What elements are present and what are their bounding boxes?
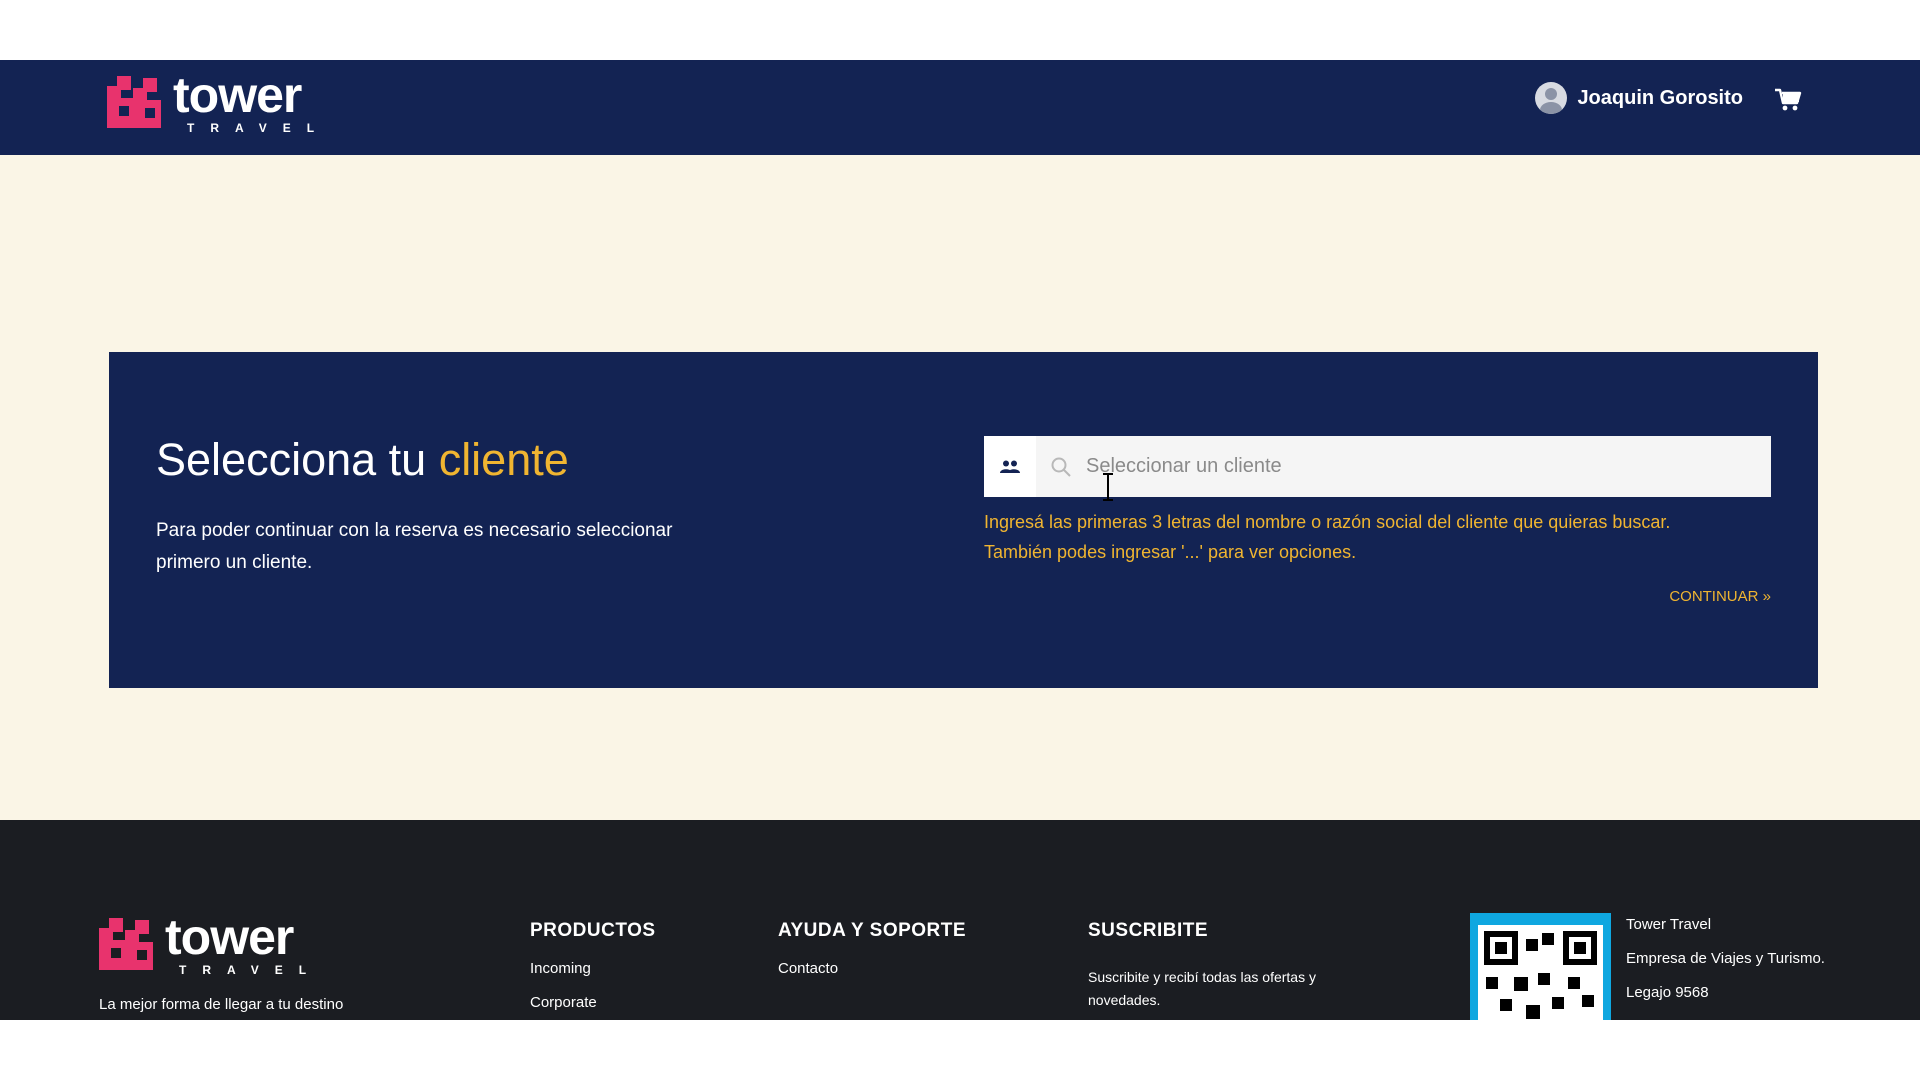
ayuda-title: AYUDA Y SOPORTE [778, 920, 967, 941]
text-cursor-icon [1103, 473, 1113, 501]
title-accent: cliente [438, 434, 569, 485]
footer-logo-mark-icon [99, 918, 153, 970]
top-navbar: tower TRAVEL Joaquin Gorosito [0, 60, 1920, 155]
logo-mark-icon [107, 76, 161, 128]
company-name: Tower Travel [1626, 916, 1712, 933]
site-footer: tower TRAVEL La mejor forma de llegar a … [0, 820, 1920, 1020]
search-hint: Ingresá las primeras 3 letras del nombre… [984, 507, 1784, 567]
title-prefix: Selecciona tu [156, 434, 439, 485]
ayuda-link-contacto[interactable]: Contacto [778, 960, 838, 977]
productos-link-incoming[interactable]: Incoming [530, 960, 591, 977]
footer-logo-subtitle: TRAVEL [179, 963, 323, 977]
user-avatar-icon [1535, 82, 1568, 114]
footer-logo-wordmark: tower [165, 909, 294, 965]
client-search-input[interactable] [1084, 454, 1771, 479]
footer-tagline: La mejor forma de llegar a tu destino [99, 996, 344, 1013]
bottom-strip [0, 1020, 1920, 1080]
suscribite-text: Suscribite y recibí todas las ofertas y … [1088, 969, 1316, 1008]
productos-link-corporate[interactable]: Corporate [530, 994, 597, 1011]
qr-code [1470, 913, 1611, 1020]
shopping-cart-icon[interactable] [1774, 88, 1802, 112]
hint-line-2: También podes ingresar '...' para ver op… [984, 542, 1357, 562]
select-addon [984, 436, 1036, 497]
productos-title: PRODUCTOS [530, 920, 656, 941]
card-description: Para poder continuar con la reserva es n… [156, 520, 673, 573]
hint-line-1: Ingresá las primeras 3 letras del nombre… [984, 512, 1671, 532]
client-select-card: Selecciona tu cliente Para poder continu… [109, 352, 1818, 688]
page-title: Selecciona tu cliente [156, 434, 569, 486]
footer-logo[interactable]: tower TRAVEL [99, 912, 322, 976]
user-menu[interactable]: Joaquin Gorosito [1535, 82, 1743, 114]
users-icon [1000, 460, 1020, 473]
tower-travel-logo[interactable]: tower TRAVEL [107, 70, 330, 134]
suscribite-title: SUSCRIBITE [1088, 920, 1209, 941]
continue-link[interactable]: CONTINUAR » [1669, 588, 1771, 605]
logo-subtitle: TRAVEL [187, 121, 331, 135]
search-icon [1051, 457, 1071, 477]
user-name: Joaquin Gorosito [1577, 86, 1743, 109]
company-description: Empresa de Viajes y Turismo. [1626, 950, 1825, 967]
qr-code-icon [1484, 931, 1597, 1019]
select-field[interactable] [1036, 436, 1771, 497]
company-legajo: Legajo 9568 [1626, 984, 1709, 1001]
logo-wordmark: tower [173, 67, 302, 123]
